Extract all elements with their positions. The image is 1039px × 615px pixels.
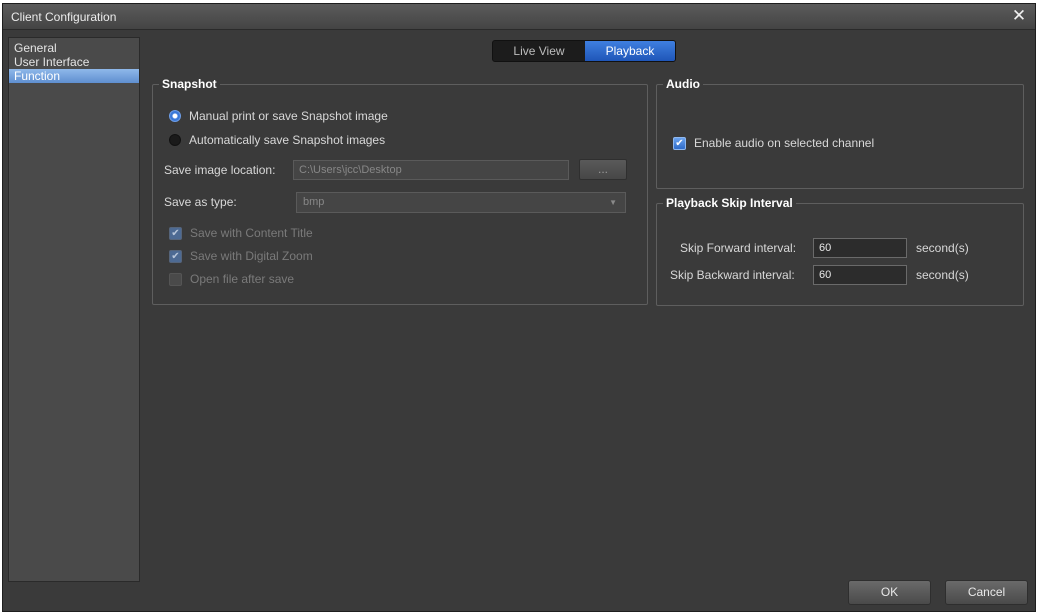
digital-zoom-label: Save with Digital Zoom (190, 249, 313, 263)
auto-snapshot-option[interactable]: Automatically save Snapshot images (169, 133, 385, 147)
skip-backward-label: Skip Backward interval: (670, 268, 795, 282)
cancel-button[interactable]: Cancel (945, 580, 1028, 605)
open-after-save-checkbox[interactable] (169, 272, 182, 286)
tab-switcher: Live View Playback (492, 40, 676, 62)
save-location-label: Save image location: (164, 163, 276, 177)
audio-group: Audio ✔ Enable audio on selected channel (656, 77, 1024, 189)
title-bar: Client Configuration ✕ (3, 4, 1035, 30)
window-title: Client Configuration (11, 10, 117, 24)
save-location-input[interactable]: C:\Users\jcc\Desktop (293, 160, 569, 180)
audio-title: Audio (666, 77, 700, 91)
client-configuration-window: Client Configuration ✕ General User Inte… (2, 3, 1036, 612)
playback-skip-title: Playback Skip Interval (666, 196, 793, 210)
sidebar-item-general[interactable]: General (9, 41, 139, 55)
enable-audio-label: Enable audio on selected channel (694, 136, 875, 150)
auto-snapshot-label: Automatically save Snapshot images (189, 133, 386, 147)
content-title-option[interactable]: ✔ Save with Content Title (169, 226, 313, 240)
sidebar-item-user-interface[interactable]: User Interface (9, 55, 139, 69)
skip-forward-label: Skip Forward interval: (680, 241, 797, 255)
manual-snapshot-label: Manual print or save Snapshot image (189, 109, 388, 123)
playback-skip-group: Playback Skip Interval Skip Forward inte… (656, 196, 1024, 306)
ok-button[interactable]: OK (848, 580, 931, 605)
content-title-checkbox[interactable]: ✔ (169, 226, 182, 240)
skip-backward-input[interactable]: 60 (813, 265, 907, 285)
open-after-save-label: Open file after save (190, 272, 295, 286)
snapshot-title: Snapshot (162, 77, 217, 91)
snapshot-group: Snapshot Manual print or save Snapshot i… (152, 77, 648, 305)
digital-zoom-option[interactable]: ✔ Save with Digital Zoom (169, 249, 313, 263)
auto-snapshot-radio[interactable] (169, 134, 181, 146)
skip-forward-input[interactable]: 60 (813, 238, 907, 258)
sidebar: General User Interface Function (8, 37, 140, 582)
tab-live-view[interactable]: Live View (493, 41, 585, 61)
sidebar-item-function[interactable]: Function (9, 69, 139, 83)
manual-snapshot-option[interactable]: Manual print or save Snapshot image (169, 109, 388, 123)
tab-playback[interactable]: Playback (585, 41, 675, 61)
browse-button[interactable]: ... (579, 159, 627, 180)
manual-snapshot-radio[interactable] (169, 110, 181, 122)
content-title-label: Save with Content Title (190, 226, 313, 240)
digital-zoom-checkbox[interactable]: ✔ (169, 249, 182, 263)
chevron-down-icon: ▼ (609, 198, 617, 207)
save-type-label: Save as type: (164, 195, 237, 209)
open-after-save-option[interactable]: Open file after save (169, 272, 294, 286)
save-type-select[interactable]: bmp ▼ (296, 192, 626, 213)
skip-backward-unit: second(s) (916, 268, 969, 282)
enable-audio-option[interactable]: ✔ Enable audio on selected channel (673, 136, 874, 150)
close-icon[interactable]: ✕ (1009, 6, 1029, 26)
skip-forward-unit: second(s) (916, 241, 969, 255)
save-type-value: bmp (303, 196, 325, 208)
enable-audio-checkbox[interactable]: ✔ (673, 136, 686, 150)
